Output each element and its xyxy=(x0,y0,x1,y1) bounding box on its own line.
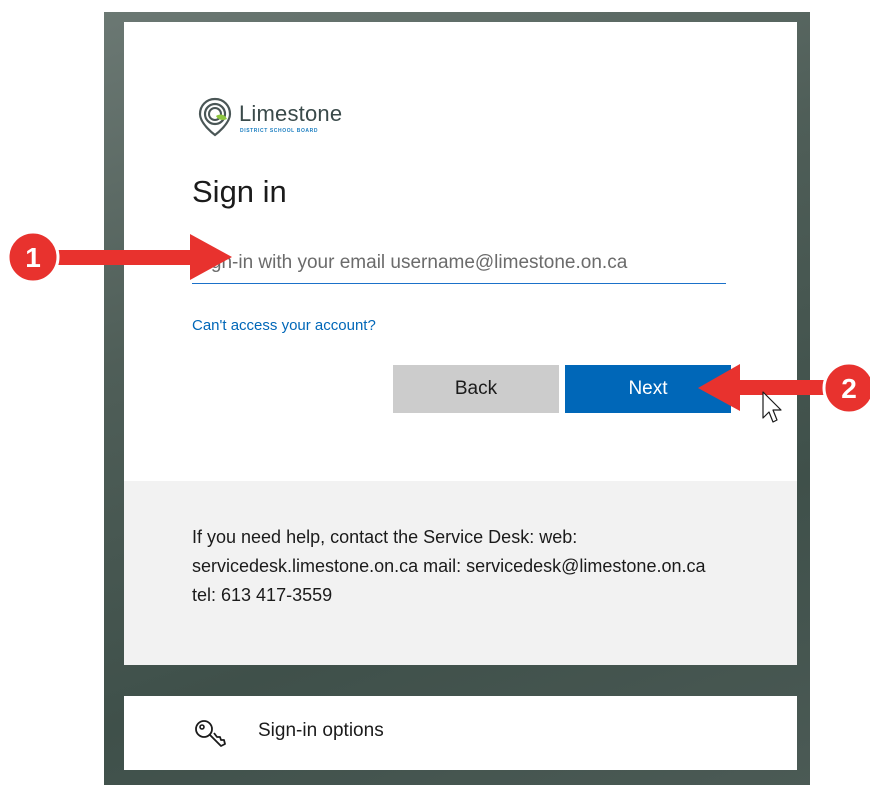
brand-logo: Limestone DISTRICT SCHOOL BOARD xyxy=(197,95,377,139)
next-button[interactable]: Next xyxy=(565,365,731,413)
signin-options-label: Sign-in options xyxy=(258,720,384,741)
annotation-badge-2-label: 2 xyxy=(841,373,857,404)
annotation-badge-1: 1 xyxy=(6,230,60,284)
signin-options-button[interactable]: Sign-in options xyxy=(124,696,797,770)
page-title: Sign in xyxy=(192,174,287,209)
key-icon xyxy=(195,720,226,747)
annotation-badge-1-label: 1 xyxy=(25,242,41,273)
cant-access-account-link[interactable]: Can't access your account? xyxy=(192,317,376,334)
back-button[interactable]: Back xyxy=(393,365,559,413)
brand-subtitle: DISTRICT SCHOOL BOARD xyxy=(240,128,319,134)
help-text: If you need help, contact the Service De… xyxy=(192,527,706,605)
limestone-logo-icon xyxy=(198,97,232,137)
signin-card: Limestone DISTRICT SCHOOL BOARD Sign in … xyxy=(124,22,797,665)
brand-name: Limestone xyxy=(239,101,343,126)
help-section: If you need help, contact the Service De… xyxy=(124,481,797,665)
annotation-badge-2: 2 xyxy=(822,361,870,415)
email-field[interactable] xyxy=(192,242,726,284)
